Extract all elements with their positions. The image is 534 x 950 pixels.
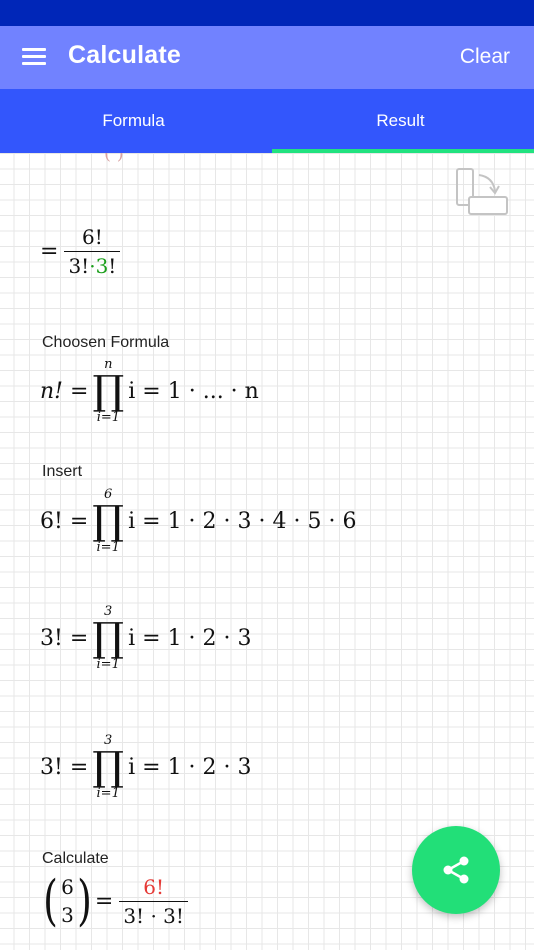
product-symbol: ∏ xyxy=(92,615,125,661)
fraction-numerator: 6! xyxy=(143,874,165,899)
insert-rhs: i = 1 · 2 · 3 xyxy=(128,754,252,780)
product-lower-limit: i=1 xyxy=(96,540,120,555)
insert-row: 6! = 6 ∏ i=1 i = 1 · 2 · 3 · 4 · 5 · 6 xyxy=(40,488,356,554)
app-bar: Calculate Clear xyxy=(0,26,534,89)
status-bar xyxy=(0,0,534,26)
result-fraction: = 6! 3!·3! xyxy=(40,225,126,278)
formula-lhs: n! = xyxy=(40,378,89,404)
fraction: 6! 3!·3! xyxy=(64,225,121,278)
right-paren: ) xyxy=(76,869,92,932)
fraction: 6! 3! · 3! xyxy=(119,875,188,928)
result-content[interactable]: ( ) = 6! 3!·3! Choosen Formula n! = n ∏ … xyxy=(0,153,534,950)
product-symbol: ∏ xyxy=(92,368,125,414)
product-lower-limit: i=1 xyxy=(96,786,120,801)
menu-icon[interactable] xyxy=(22,46,46,66)
binomial-stack: 6 3 xyxy=(61,873,74,929)
fraction-numerator: 6! xyxy=(82,225,103,249)
binomial-top: 6 xyxy=(61,875,74,899)
product-operator: 3 ∏ i=1 xyxy=(92,734,124,800)
fraction-denominator: 3! · 3! xyxy=(119,900,188,928)
equals-sign: = xyxy=(40,239,59,264)
binomial-coefficient: ( 6 3 ) xyxy=(40,873,95,929)
fraction-denominator: 3!·3! xyxy=(64,251,121,278)
chosen-formula-label: Choosen Formula xyxy=(42,334,170,351)
product-operator: 3 ∏ i=1 xyxy=(92,605,124,671)
chosen-formula: n! = n ∏ i=1 i = 1 · ... · n xyxy=(40,358,259,424)
product-symbol: ∏ xyxy=(92,744,125,790)
insert-row: 3! = 3 ∏ i=1 i = 1 · 2 · 3 xyxy=(40,605,252,671)
tab-result[interactable]: Result xyxy=(267,89,534,153)
denominator-left: 3! xyxy=(68,254,90,278)
product-operator: 6 ∏ i=1 xyxy=(92,488,124,554)
product-lower-limit: i=1 xyxy=(96,657,120,672)
insert-lhs: 3! = xyxy=(40,625,89,651)
insert-lhs: 3! = xyxy=(40,754,89,780)
share-button[interactable] xyxy=(412,826,500,914)
insert-rhs: i = 1 · 2 · 3 xyxy=(128,625,252,651)
left-paren: ( xyxy=(43,869,58,932)
product-symbol: ∏ xyxy=(92,498,125,544)
product-operator: n ∏ i=1 xyxy=(92,358,124,424)
insert-rhs: i = 1 · 2 · 3 · 4 · 5 · 6 xyxy=(128,508,357,534)
product-lower-limit: i=1 xyxy=(96,410,121,425)
insert-lhs: 6! = xyxy=(40,508,89,534)
calculate-label: Calculate xyxy=(42,850,109,867)
tab-bar: Formula Result xyxy=(0,89,534,153)
denominator-bang: ! xyxy=(108,254,117,278)
clear-button[interactable]: Clear xyxy=(460,45,510,69)
clipped-formula-fragment: ( ) xyxy=(104,153,124,164)
rotate-screen-icon[interactable] xyxy=(455,167,511,219)
tab-formula[interactable]: Formula xyxy=(0,89,267,153)
formula-rhs: i = 1 · ... · n xyxy=(128,378,259,404)
share-icon xyxy=(443,856,469,884)
insert-label: Insert xyxy=(42,463,83,480)
equals-sign: = xyxy=(94,888,114,914)
binomial-bottom: 3 xyxy=(61,903,74,927)
insert-row: 3! = 3 ∏ i=1 i = 1 · 2 · 3 xyxy=(40,734,252,800)
binomial-formula: ( 6 3 ) = 6! 3! · 3! xyxy=(40,873,194,929)
page-title: Calculate xyxy=(68,41,181,69)
denominator-highlight-digit: 3 xyxy=(95,254,109,278)
